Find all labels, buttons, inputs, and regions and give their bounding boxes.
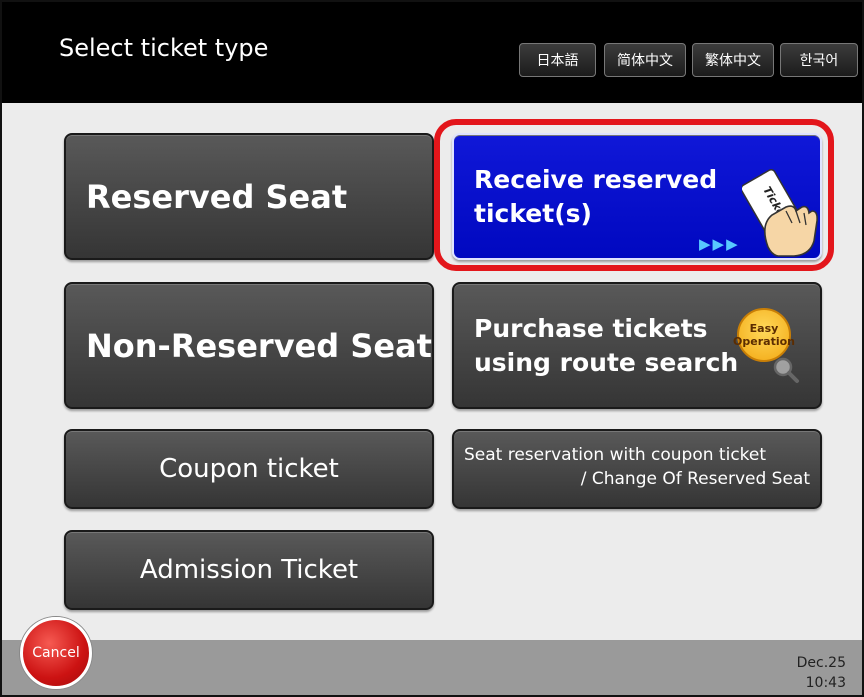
non-reserved-seat-button[interactable]: Non-Reserved Seat <box>64 282 434 409</box>
footer-bar <box>2 640 862 695</box>
lang-traditional-chinese-button[interactable]: 繁体中文 <box>692 43 774 77</box>
cancel-button[interactable]: Cancel <box>20 617 92 689</box>
non-reserved-seat-label: Non-Reserved Seat <box>86 326 432 365</box>
coupon-ticket-label: Coupon ticket <box>159 454 339 484</box>
seat-reservation-line2: / Change Of Reserved Seat <box>580 469 810 489</box>
admission-ticket-label: Admission Ticket <box>139 555 359 585</box>
seat-reservation-line1: Seat reservation with coupon ticket <box>464 445 767 465</box>
date-text: Dec.25 <box>796 655 846 671</box>
magnifier-icon <box>773 357 799 383</box>
cancel-label: Cancel <box>32 645 80 661</box>
time-text: 10:43 <box>805 675 846 691</box>
coupon-ticket-button[interactable]: Coupon ticket <box>64 429 434 509</box>
lang-simplified-chinese-button[interactable]: 简体中文 <box>604 43 686 77</box>
selection-highlight <box>434 119 834 271</box>
reserved-seat-button[interactable]: Reserved Seat <box>64 133 434 260</box>
lang-korean-button[interactable]: 한국어 <box>780 43 858 77</box>
page-title: Select ticket type <box>59 34 269 62</box>
date-time: Dec.25 10:43 <box>797 653 846 693</box>
ticket-machine-screen: Select ticket type 日本語 简体中文 繁体中文 한국어 Res… <box>0 0 864 697</box>
purchase-route-label: Purchase tickets using route search <box>474 313 739 377</box>
easy-operation-badge: Easy Operation <box>733 308 795 362</box>
purchase-route-search-button[interactable]: Purchase tickets using route search Easy… <box>452 282 822 409</box>
header-bar: Select ticket type 日本語 简体中文 繁体中文 한국어 <box>2 2 862 103</box>
admission-ticket-button[interactable]: Admission Ticket <box>64 530 434 610</box>
lang-japanese-button[interactable]: 日本語 <box>519 43 596 77</box>
reserved-seat-label: Reserved Seat <box>86 177 348 216</box>
seat-reservation-coupon-button[interactable]: Seat reservation with coupon ticket / Ch… <box>452 429 822 509</box>
